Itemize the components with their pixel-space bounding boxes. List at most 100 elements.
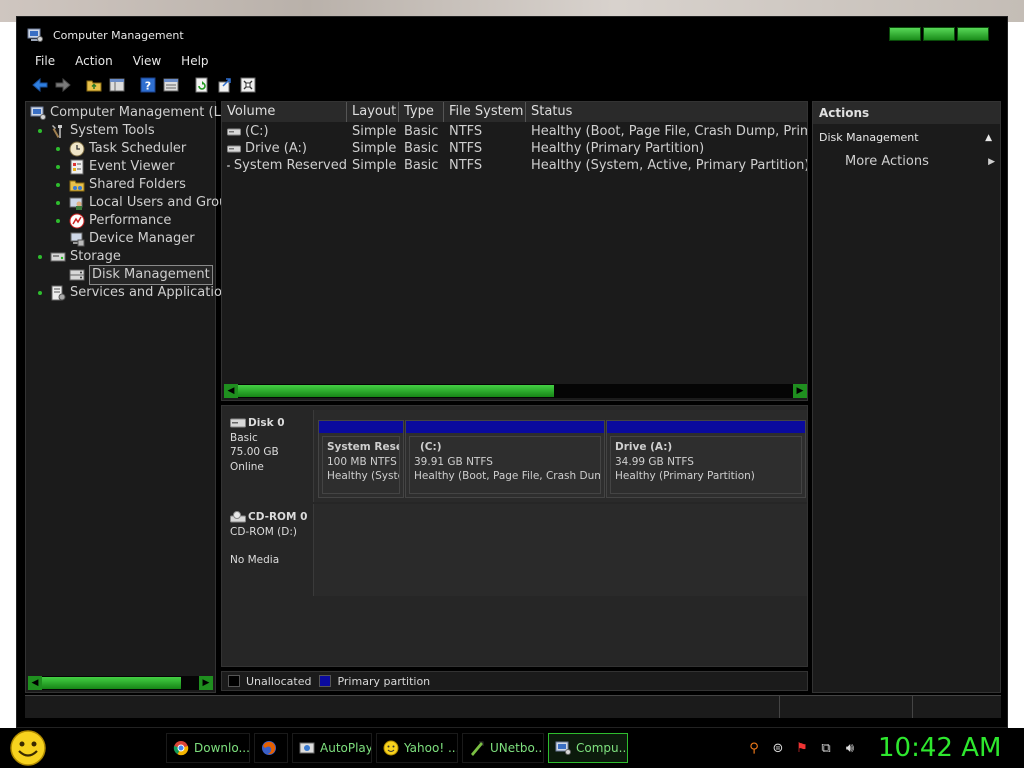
up-folder-icon[interactable] (83, 75, 104, 96)
network-icon[interactable]: ⧉ (818, 740, 834, 756)
column-header-status[interactable]: Status (526, 102, 807, 122)
tree-item-task-scheduler[interactable]: Task Scheduler (69, 140, 186, 158)
scroll-left-arrow-icon[interactable]: ◀ (224, 384, 238, 398)
desktop-background-right (1008, 22, 1024, 728)
tree-item-local-users-and-groups[interactable]: Local Users and Grou (69, 194, 227, 212)
volume-speaker-icon[interactable]: 🔊︎ (842, 740, 858, 756)
scrollbar-thumb[interactable] (42, 677, 181, 689)
expander-bullet[interactable] (56, 147, 60, 151)
taskbar-item-firefox[interactable] (254, 733, 288, 763)
tree-item-performance[interactable]: Performance (69, 212, 171, 230)
console-view-icon[interactable] (237, 75, 258, 96)
expander-bullet[interactable] (56, 201, 60, 205)
tree-root-computer-management[interactable]: Computer Management (Loc (30, 104, 236, 122)
disk-row-disk-0[interactable]: Disk 0 Basic 75.00 GB Online System Rese… (222, 410, 807, 502)
volume-list-horizontal-scrollbar[interactable]: ◀ ▶ (224, 384, 807, 398)
actions-section-disk-management[interactable]: Disk Management ▲ (813, 128, 1000, 148)
partition-name: System Rese (327, 441, 400, 453)
expander-bullet[interactable] (56, 219, 60, 223)
chrome-icon (173, 741, 189, 756)
tree-horizontal-scrollbar[interactable]: ◀ ▶ (28, 676, 213, 690)
drive-icon (227, 164, 230, 167)
storage-icon (50, 252, 66, 262)
taskbar-clock[interactable]: 10:42 AM (878, 731, 1018, 765)
menu-help[interactable]: Help (171, 51, 218, 71)
maximize-button[interactable] (923, 27, 955, 41)
scroll-right-arrow-icon[interactable]: ▶ (199, 676, 213, 690)
more-actions-label: More Actions (845, 154, 929, 169)
scroll-right-arrow-icon[interactable]: ▶ (793, 384, 807, 398)
volume-list-header: Volume Layout Type File System Status (222, 102, 807, 122)
taskbar-item-autoplay[interactable]: AutoPlay (292, 733, 372, 763)
expander-bullet[interactable] (56, 165, 60, 169)
action-center-flag-icon[interactable]: ⚑ (794, 740, 810, 756)
menu-view[interactable]: View (123, 51, 171, 71)
primary-partition-bar (607, 421, 805, 433)
taskbar-item-computer-management[interactable]: Compu... (548, 733, 628, 763)
table-row[interactable]: Drive (A:) Simple Basic NTFS Healthy (Pr… (222, 140, 807, 157)
back-icon[interactable] (29, 75, 50, 96)
taskbar-item-yahoo[interactable]: Yahoo! ... (376, 733, 458, 763)
column-header-layout[interactable]: Layout (347, 102, 399, 122)
tree-label: Event Viewer (89, 159, 175, 174)
unallocated-swatch (228, 675, 240, 687)
collapse-up-icon[interactable]: ▲ (985, 128, 992, 148)
expander-bullet[interactable] (38, 129, 42, 133)
network-status-icon[interactable]: ⊜ (770, 740, 786, 756)
scrollbar-thumb[interactable] (238, 385, 554, 397)
disk-row-cdrom-0[interactable]: CD-ROM 0 CD-ROM (D:) No Media (222, 504, 807, 596)
search-icon[interactable]: ⚲ (746, 740, 762, 756)
tree-root-label: Computer Management (Loc (50, 105, 236, 120)
column-header-type[interactable]: Type (399, 102, 444, 122)
console-tree-pane: Computer Management (Loc System Tools Ta… (25, 101, 237, 693)
tree-label-selected: Disk Management (89, 265, 213, 285)
properties-icon[interactable] (160, 75, 181, 96)
export-list-icon[interactable] (214, 75, 235, 96)
expander-bullet[interactable] (38, 291, 42, 295)
expander-bullet[interactable] (56, 183, 60, 187)
refresh-icon[interactable] (191, 75, 212, 96)
table-row[interactable]: System Reserved Simple Basic NTFS Health… (222, 157, 807, 174)
cdrom-media-status: No Media (230, 554, 280, 566)
tree-item-shared-folders[interactable]: Shared Folders (69, 176, 186, 194)
firefox-icon (262, 741, 276, 755)
scroll-left-arrow-icon[interactable]: ◀ (28, 676, 42, 690)
column-header-volume[interactable]: Volume (222, 102, 347, 122)
show-hide-tree-icon[interactable] (106, 75, 127, 96)
partition-status: Healthy (Syste (327, 470, 400, 482)
forward-icon[interactable] (52, 75, 73, 96)
status-bar (25, 695, 1001, 718)
expander-bullet[interactable] (38, 255, 42, 259)
taskbar-item-unetbootin[interactable]: UNetbo... (462, 733, 544, 763)
taskbar-label: Yahoo! ... (404, 741, 458, 755)
table-row[interactable]: (C:) Simple Basic NTFS Healthy (Boot, Pa… (222, 123, 807, 140)
tree-item-services-and-applications[interactable]: Services and Applications (50, 284, 237, 302)
help-icon[interactable]: ? (137, 75, 158, 96)
taskbar-item-chrome[interactable]: Downlo... (166, 733, 250, 763)
clock-icon (69, 141, 85, 157)
tree-item-disk-management[interactable]: Disk Management (69, 265, 213, 285)
close-button[interactable] (957, 27, 989, 41)
menu-file[interactable]: File (25, 51, 65, 71)
title-bar[interactable]: Computer Management (17, 17, 1007, 51)
partition-a-drive[interactable]: Drive (A:) 34.99 GB NTFS Healthy (Primar… (606, 420, 806, 498)
shared-folder-icon (69, 180, 85, 192)
start-button-smiley-icon[interactable] (8, 729, 48, 767)
menu-action[interactable]: Action (65, 51, 123, 71)
tree-item-storage[interactable]: Storage (50, 248, 121, 266)
tree-item-event-viewer[interactable]: Event Viewer (69, 158, 175, 176)
tree-item-system-tools[interactable]: System Tools (50, 122, 155, 140)
minimize-button[interactable] (889, 27, 921, 41)
partition-system-reserved[interactable]: System Rese 100 MB NTFS Healthy (Syste (318, 420, 404, 498)
more-actions-item[interactable]: More Actions ▶ (845, 152, 995, 172)
window-title: Computer Management (53, 29, 184, 42)
tree-item-device-manager[interactable]: Device Manager (69, 230, 195, 248)
legend-unallocated: Unallocated (246, 674, 312, 688)
tree-label: Services and Applications (70, 285, 237, 300)
taskbar: Downlo... AutoPlay Yahoo! ... UNetbo... … (0, 728, 1024, 768)
disk-size: 75.00 GB (230, 446, 279, 458)
column-header-file-system[interactable]: File System (444, 102, 526, 122)
partition-c-drive[interactable]: (C:) 39.91 GB NTFS Healthy (Boot, Page F… (405, 420, 605, 498)
cell-volume: (C:) (245, 124, 269, 139)
tools-icon (52, 125, 62, 138)
